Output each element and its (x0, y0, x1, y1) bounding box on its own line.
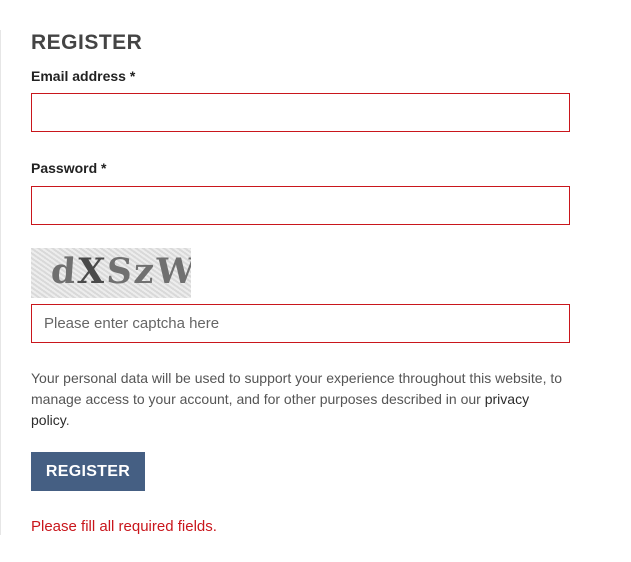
password-field[interactable] (31, 186, 570, 225)
email-label: Email address * (31, 68, 136, 84)
left-divider (0, 30, 1, 535)
privacy-notice: Your personal data will be used to suppo… (31, 368, 571, 431)
captcha-char: SzW (105, 251, 191, 292)
password-label: Password * (31, 160, 107, 176)
register-button[interactable]: REGISTER (31, 452, 145, 491)
captcha-glyphs: dXSzW (49, 251, 191, 292)
captcha-image: dXSzW (31, 248, 191, 298)
error-message: Please fill all required fields. (31, 518, 217, 535)
captcha-char: X (76, 251, 109, 292)
captcha-input[interactable] (31, 304, 570, 343)
page-title: REGISTER (31, 31, 143, 54)
privacy-end: . (65, 412, 70, 428)
register-form: REGISTER Email address * Password * dXSz… (31, 30, 571, 537)
captcha-char: d (49, 251, 79, 292)
privacy-text: Your personal data will be used to suppo… (31, 370, 563, 407)
email-field[interactable] (31, 93, 570, 132)
